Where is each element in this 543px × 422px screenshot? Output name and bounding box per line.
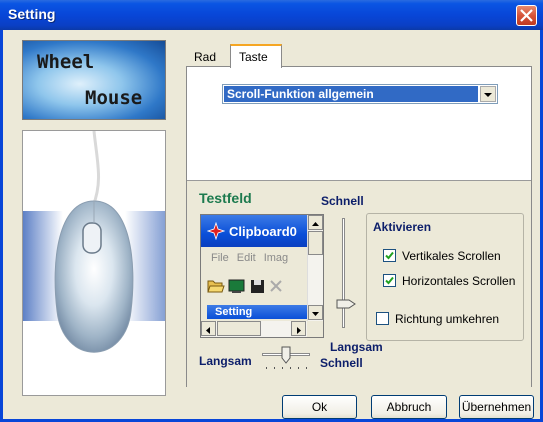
logo-line1: Wheel: [37, 51, 95, 73]
scroll-up-button[interactable]: [308, 215, 323, 230]
test-window-titlebar: Clipboard0: [201, 215, 307, 247]
window-title: Setting: [8, 6, 56, 22]
reverse-direction-checkbox[interactable]: Richtung umkehren: [376, 312, 499, 328]
title-bar[interactable]: [0, 0, 543, 30]
checkbox-box[interactable]: [383, 249, 396, 262]
vertical-slider-bottom-label: Langsam: [330, 340, 383, 354]
reverse-direction-label: Richtung umkehren: [395, 312, 500, 326]
slider-ticks: [266, 367, 307, 369]
close-x-icon[interactable]: [270, 280, 282, 292]
check-icon: [385, 276, 394, 285]
monitor-icon[interactable]: [228, 279, 245, 293]
checkbox-box[interactable]: [376, 312, 389, 325]
tab-taste[interactable]: Taste: [230, 44, 282, 68]
menu-edit[interactable]: Edit: [237, 252, 256, 264]
test-window-title: Clipboard0: [229, 224, 297, 239]
test-window-toolbar: [207, 277, 307, 299]
save-icon[interactable]: [251, 280, 264, 293]
test-field-window[interactable]: Clipboard0 File Edit Imag Setting: [200, 214, 324, 338]
arrow-right-icon: [297, 327, 301, 334]
vertical-scroll-label: Vertikales Scrollen: [402, 249, 501, 263]
menu-image[interactable]: Imag: [264, 252, 288, 264]
check-icon: [385, 251, 394, 260]
open-folder-icon[interactable]: [207, 280, 225, 293]
cancel-button[interactable]: Abbruch: [371, 395, 447, 419]
logo-line2: Mouse: [85, 87, 143, 109]
arrow-left-icon: [206, 327, 210, 334]
dropdown-arrow-button[interactable]: [480, 86, 496, 102]
scroll-right-button[interactable]: [291, 321, 306, 336]
scroll-thumb[interactable]: [308, 231, 323, 255]
vertical-scroll-checkbox[interactable]: Vertikales Scrollen: [383, 249, 501, 265]
menu-file[interactable]: File: [211, 252, 229, 264]
horizontal-slider-right-label: Schnell: [320, 356, 363, 370]
horizontal-scroll-checkbox[interactable]: Horizontales Scrollen: [383, 274, 515, 290]
hscroll-thumb[interactable]: [217, 321, 261, 336]
ok-button[interactable]: Ok: [282, 395, 357, 419]
mouse-icon: [23, 130, 165, 353]
checkbox-box[interactable]: [383, 274, 396, 287]
horizontal-slider-left-label: Langsam: [199, 354, 252, 368]
chevron-down-icon: [484, 93, 492, 97]
horizontal-scroll-label: Horizontales Scrollen: [402, 274, 516, 288]
close-button[interactable]: [516, 5, 537, 26]
arrow-down-icon: [312, 312, 319, 316]
activate-group-title: Aktivieren: [373, 220, 432, 234]
arrow-up-icon: [312, 222, 319, 226]
mouse-image: [22, 130, 166, 396]
wheel-mouse-logo: Wheel Mouse: [22, 40, 166, 120]
test-window-menu: File Edit Imag: [211, 252, 296, 264]
clipboard-app-icon: [207, 222, 225, 240]
testfeld-label: Testfeld: [199, 190, 252, 206]
tab-rad[interactable]: Rad: [186, 48, 230, 67]
scroll-down-button[interactable]: [308, 305, 323, 320]
vertical-speed-slider-thumb[interactable]: [336, 294, 356, 309]
horizontal-speed-slider-thumb[interactable]: [281, 346, 291, 364]
vertical-slider-top-label: Schnell: [321, 194, 364, 208]
test-horizontal-scrollbar[interactable]: [201, 321, 307, 337]
close-icon: [520, 9, 533, 22]
apply-button[interactable]: Übernehmen: [459, 395, 534, 419]
scroll-function-dropdown[interactable]: Scroll-Funktion allgemein: [222, 84, 498, 104]
dropdown-selected-value: Scroll-Funktion allgemein: [224, 86, 478, 102]
inner-window-titlebar: Setting: [207, 305, 307, 319]
vertical-speed-slider-track[interactable]: [342, 218, 345, 328]
inner-window-title: Setting: [215, 306, 253, 318]
scroll-left-button[interactable]: [201, 321, 216, 336]
test-vertical-scrollbar[interactable]: [307, 215, 323, 321]
